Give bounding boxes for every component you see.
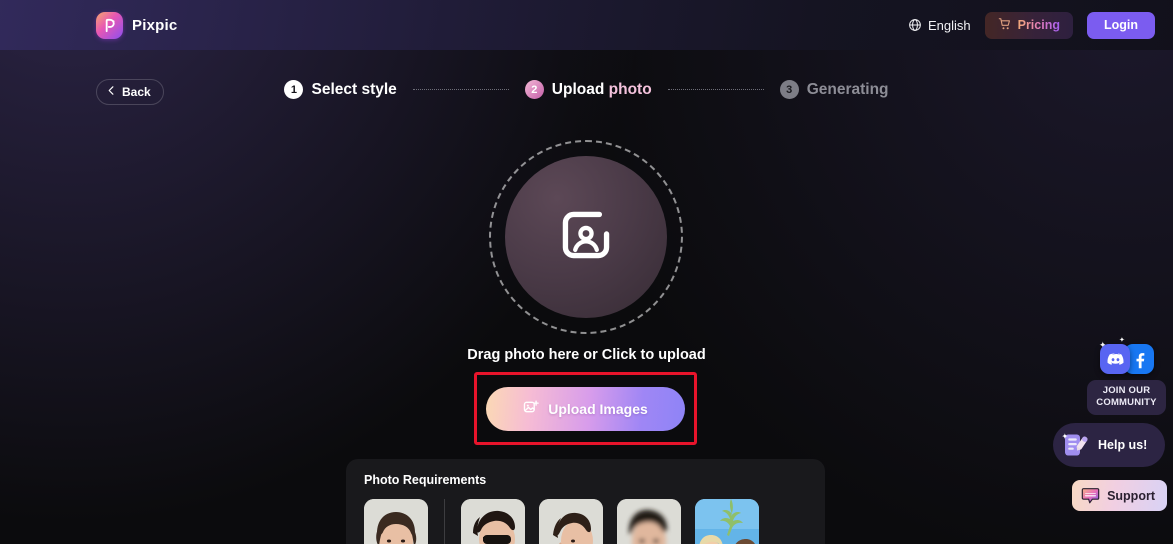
back-label: Back: [122, 85, 151, 99]
photo-requirements-title: Photo Requirements: [364, 473, 487, 487]
language-label: English: [927, 17, 971, 33]
step-indicator: 1 Select style 2 Upload photo 3 Generati…: [0, 80, 1173, 99]
step-connector-2: [667, 89, 764, 90]
upload-images-label: Upload Images: [548, 400, 648, 417]
survey-pencil-icon: ✦: [1061, 432, 1091, 458]
svg-text:✦: ✦: [1062, 432, 1069, 441]
photo-requirements-panel: Photo Requirements: [346, 459, 825, 544]
back-button[interactable]: Back: [96, 79, 164, 105]
join-community-widget[interactable]: ✦ ✦ JOIN OUR COMMUNITY: [1087, 337, 1166, 415]
image-plus-icon: [523, 399, 539, 418]
blurry-face-example[interactable]: [617, 499, 681, 544]
pricing-label: Pricing: [1017, 18, 1060, 32]
upload-button-highlight: Upload Images: [474, 372, 697, 445]
shopping-cart-icon: [998, 17, 1012, 34]
step-1-label: Select style: [311, 80, 397, 98]
step-select-style[interactable]: 1 Select style: [284, 80, 397, 99]
sunglasses-example[interactable]: [461, 499, 525, 544]
step-2-label-accent: photo: [608, 80, 652, 98]
step-2-number: 2: [524, 80, 544, 99]
site-header: Pixpic English Pricing Login: [0, 0, 1173, 50]
chevron-left-icon: [106, 85, 117, 99]
community-label-line1: JOIN OUR: [1102, 385, 1151, 396]
pricing-button[interactable]: Pricing: [984, 11, 1073, 39]
photo-requirements-thumbnails: [364, 499, 807, 544]
support-label: Support: [1107, 488, 1155, 503]
login-label: Login: [1103, 18, 1138, 32]
sparkle-icon-small: ✦: [1119, 337, 1125, 344]
help-us-label: Help us!: [1098, 438, 1148, 452]
step-1-number: 1: [284, 80, 304, 99]
upload-dropzone[interactable]: [489, 140, 683, 334]
requirements-divider: [444, 499, 445, 544]
step-3-label: Generating: [806, 80, 889, 98]
chat-bubble-icon: [1081, 487, 1100, 504]
header-nav: English Pricing Login: [908, 11, 1155, 39]
step-2-label-primary: Upload: [551, 80, 609, 98]
step-2-label: Upload photo: [552, 81, 652, 99]
pixpic-logo-icon: [96, 11, 123, 39]
support-widget[interactable]: Support: [1072, 480, 1167, 511]
discord-icon: [1100, 344, 1130, 374]
community-label: JOIN OUR COMMUNITY: [1087, 380, 1166, 415]
community-icons: ✦ ✦: [1087, 337, 1166, 376]
login-button[interactable]: Login: [1086, 11, 1155, 39]
good-portrait-example[interactable]: [364, 499, 428, 544]
upload-images-button[interactable]: Upload Images: [486, 386, 685, 431]
community-label-line2: COMMUNITY: [1096, 396, 1157, 408]
step-3-number: 3: [779, 80, 799, 99]
step-upload-photo[interactable]: 2 Upload photo: [524, 80, 652, 99]
group-photo-example[interactable]: [695, 499, 759, 544]
drag-instruction-text: Drag photo here or Click to upload: [467, 347, 706, 363]
add-photo-person-icon: [549, 198, 623, 277]
globe-icon: [908, 18, 922, 32]
step-connector-1: [412, 89, 509, 90]
language-selector[interactable]: English: [908, 18, 971, 33]
help-us-widget[interactable]: ✦ Help us!: [1053, 423, 1165, 467]
upload-dropzone-inner: [505, 156, 667, 318]
step-generating: 3 Generating: [779, 80, 889, 99]
side-profile-example[interactable]: [539, 499, 603, 544]
brand[interactable]: Pixpic: [96, 11, 178, 39]
brand-name: Pixpic: [132, 16, 178, 34]
